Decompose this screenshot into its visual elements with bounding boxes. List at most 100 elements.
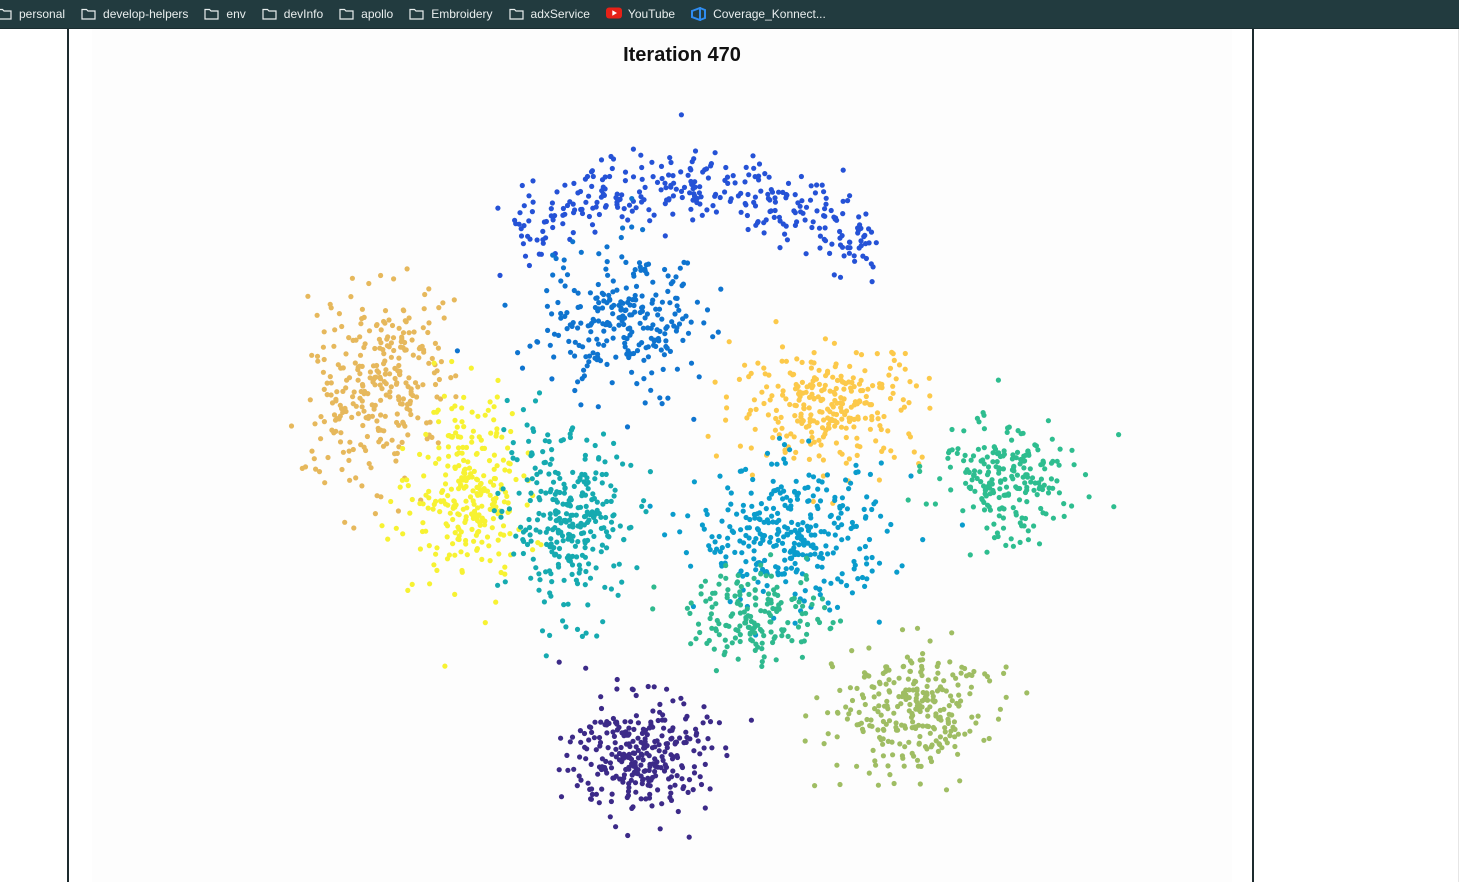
scatter-point xyxy=(677,529,683,535)
scatter-point xyxy=(490,516,496,522)
scatter-point xyxy=(846,456,853,462)
scatter-point xyxy=(513,533,519,539)
scatter-point xyxy=(583,630,589,636)
scatter-point xyxy=(816,437,822,443)
scatter-point xyxy=(967,728,973,734)
scatter-point xyxy=(601,192,607,198)
scatter-point xyxy=(793,381,799,388)
scatter-point xyxy=(967,485,974,492)
scatter-point xyxy=(548,206,554,212)
bookmark-label: personal xyxy=(19,7,66,21)
scatter-point xyxy=(713,628,719,634)
scatter-point xyxy=(612,740,618,746)
scatter-point xyxy=(795,521,801,528)
bookmark-embroidery[interactable]: Embroidery xyxy=(409,3,500,25)
scatter-point xyxy=(477,481,483,488)
scatter-point xyxy=(558,278,564,284)
scatter-point xyxy=(495,582,501,588)
scatter-point xyxy=(750,153,756,159)
scatter-point xyxy=(641,376,647,382)
scatter-point xyxy=(570,425,576,431)
scatter-point xyxy=(1028,479,1034,485)
scatter-point xyxy=(645,775,651,781)
scatter-point xyxy=(970,504,977,510)
scatter-point xyxy=(564,752,570,759)
scatter-point xyxy=(692,148,699,154)
scatter-point xyxy=(893,720,899,726)
scatter-point xyxy=(400,330,407,336)
bookmark-personal[interactable]: personal xyxy=(0,3,73,25)
scatter-point xyxy=(748,445,754,451)
scatter-point xyxy=(734,600,740,606)
scatter-point xyxy=(746,591,752,598)
scatter-point xyxy=(585,780,591,786)
bookmark-coverage-konnect[interactable]: Coverage_Konnect... xyxy=(691,3,834,25)
scatter-point xyxy=(569,571,575,578)
bookmark-label: devInfo xyxy=(283,7,324,21)
scatter-point xyxy=(857,222,863,228)
scatter-point xyxy=(582,545,588,551)
scatter-point xyxy=(567,555,574,561)
scatter-point xyxy=(947,659,953,665)
scatter-point xyxy=(557,475,563,481)
scatter-point xyxy=(688,600,694,606)
scatter-point xyxy=(586,213,592,220)
bookmark-apollo[interactable]: apollo xyxy=(339,3,401,25)
scatter-point xyxy=(732,549,738,556)
scatter-point xyxy=(452,417,458,423)
scatter-point xyxy=(932,501,939,507)
bookmark-adxservice[interactable]: adxService xyxy=(508,3,598,25)
bookmark-youtube[interactable]: YouTube xyxy=(605,3,683,25)
scatter-point xyxy=(859,726,866,732)
scatter-point xyxy=(587,290,593,296)
scatter-point xyxy=(399,439,405,445)
scatter-point xyxy=(484,534,491,540)
bookmark-env[interactable]: env xyxy=(204,3,253,25)
scatter-point xyxy=(582,456,588,462)
bookmark-devinfo[interactable]: devInfo xyxy=(262,3,331,25)
scatter-point xyxy=(665,288,671,294)
scatter-point xyxy=(717,473,723,479)
scatter-point xyxy=(657,395,663,401)
scatter-point xyxy=(583,568,589,575)
scatter-point xyxy=(791,434,797,440)
scatter-point xyxy=(379,386,385,392)
scatter-point xyxy=(852,562,858,568)
scatter-point xyxy=(744,525,750,531)
scatter-point xyxy=(745,581,751,588)
scatter-point xyxy=(995,533,1001,540)
scatter-point xyxy=(609,165,615,172)
scatter-point xyxy=(690,787,696,793)
scatter-point xyxy=(397,371,403,377)
scatter-point xyxy=(624,424,631,430)
scatter-point xyxy=(845,245,851,251)
scatter-point xyxy=(687,190,693,196)
scatter-point xyxy=(844,582,850,589)
scatter-point xyxy=(405,483,411,489)
scatter-point xyxy=(1023,452,1029,458)
bookmark-develop-helpers[interactable]: develop-helpers xyxy=(81,3,196,25)
scatter-point xyxy=(610,729,616,735)
scatter-point xyxy=(917,468,923,474)
scatter-point xyxy=(318,436,324,442)
scatter-point xyxy=(794,535,801,541)
scatter-point xyxy=(404,401,411,407)
scatter-point xyxy=(337,439,344,445)
scatter-point xyxy=(782,524,788,530)
scatter-point xyxy=(905,497,911,503)
scatter-point xyxy=(564,310,570,316)
scatter-point xyxy=(725,587,731,593)
scatter-point xyxy=(414,394,420,400)
scatter-point xyxy=(752,194,759,200)
scatter-point xyxy=(429,355,435,362)
scatter-point xyxy=(782,460,789,466)
scatter-point xyxy=(1005,491,1012,497)
scatter-point xyxy=(873,762,879,768)
scatter-point xyxy=(406,330,412,336)
scatter-point xyxy=(753,602,759,608)
scatter-point xyxy=(830,404,836,410)
scatter-point xyxy=(587,575,594,581)
scatter-point xyxy=(590,350,596,356)
scatter-point xyxy=(656,306,663,312)
scatter-point xyxy=(658,347,664,353)
